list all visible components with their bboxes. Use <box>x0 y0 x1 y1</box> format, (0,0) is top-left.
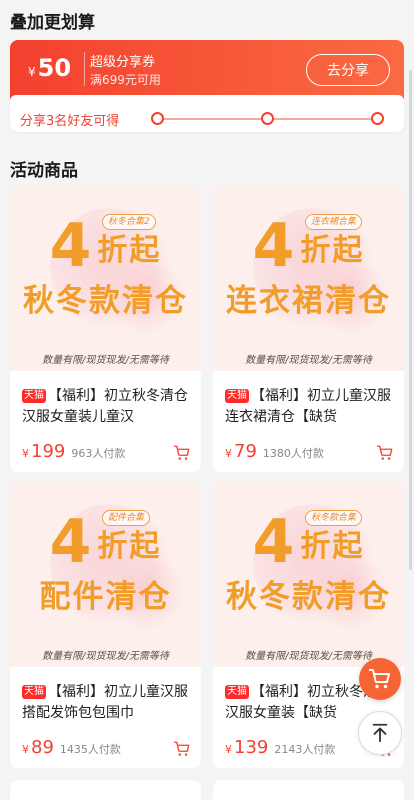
product-price: ¥199 963人付款 <box>22 441 126 462</box>
invite-progress-dot-1 <box>151 112 164 125</box>
share-button[interactable]: 去分享 <box>306 54 390 86</box>
product-card-peek[interactable] <box>213 780 404 800</box>
cart-icon[interactable] <box>376 444 394 462</box>
product-card[interactable]: 秋冬合集2 4 折起 秋冬款清仓 数量有限/现货现发/无需等待 天猫 【福利】初立秋… <box>10 186 201 472</box>
product-title[interactable]: 天猫 【福利】初立儿童汉服搭配发饰包包围巾 <box>22 682 192 724</box>
activity-title: 活动商品 <box>10 161 78 181</box>
clearance-subtitle: 秋冬款清仓 <box>23 283 188 319</box>
product-price: ¥79 1380人付款 <box>225 441 324 462</box>
coupon-header: ¥ 50 超级分享券 满699元可用 去分享 <box>10 40 404 101</box>
coupon-currency: ¥ <box>28 65 36 79</box>
product-banner[interactable]: 配件合集 4 折起 配件清仓 数量有限/现货现发/无需等待 <box>10 482 201 667</box>
invite-text: 分享3名好友可得 <box>20 114 120 129</box>
clearance-subtitle: 连衣裙清仓 <box>226 283 391 319</box>
tmall-badge: 天猫 <box>22 389 46 403</box>
back-to-top-button[interactable] <box>358 711 402 755</box>
discount-headline: 4 折起 <box>49 507 162 577</box>
product-price: ¥139 2143人付款 <box>225 737 336 758</box>
tmall-badge: 天猫 <box>225 389 249 403</box>
clearance-subtitle: 配件清仓 <box>39 579 172 615</box>
clearance-subtitle: 秋冬款清仓 <box>226 579 391 615</box>
product-card[interactable]: 连衣裙合集 4 折起 连衣裙清仓 数量有限/现货现发/无需等待 天猫 【福利】初立儿… <box>213 186 404 472</box>
discount-headline: 4 折起 <box>252 507 365 577</box>
product-banner[interactable]: 秋冬款合集 4 折起 秋冬款清仓 数量有限/现货现发/无需等待 <box>213 482 404 667</box>
banner-note: 数量有限/现货现发/无需等待 <box>42 651 169 662</box>
banner-note: 数量有限/现货现发/无需等待 <box>245 355 372 366</box>
product-title[interactable]: 天猫 【福利】初立秋冬清仓汉服女童装儿童汉 <box>22 386 192 428</box>
coupon-divider <box>84 52 85 86</box>
product-banner[interactable]: 秋冬合集2 4 折起 秋冬款清仓 数量有限/现货现发/无需等待 <box>10 186 201 371</box>
product-banner[interactable]: 连衣裙合集 4 折起 连衣裙清仓 数量有限/现货现发/无需等待 <box>213 186 404 371</box>
product-card-peek[interactable] <box>10 780 201 800</box>
sold-count: 2143人付款 <box>274 743 336 756</box>
stack-plan-title: 叠加更划算 <box>10 13 95 33</box>
product-price: ¥89 1435人付款 <box>22 737 121 758</box>
product-title[interactable]: 天猫 【福利】初立儿童汉服连衣裙清仓【缺货 <box>225 386 395 428</box>
floating-cart-button[interactable] <box>359 658 401 700</box>
discount-headline: 4 折起 <box>49 211 162 281</box>
coupon-value: 50 <box>37 54 72 82</box>
coupon-name: 超级分享券 <box>90 55 156 70</box>
arrow-up-to-top-icon <box>372 723 388 743</box>
scrollbar[interactable] <box>409 70 412 570</box>
coupon-card: ¥ 50 超级分享券 满699元可用 去分享 分享3名好友可得 <box>10 40 404 132</box>
coupon-condition: 满699元可用 <box>90 73 161 87</box>
cart-icon[interactable] <box>173 444 191 462</box>
discount-headline: 4 折起 <box>252 211 365 281</box>
sold-count: 1435人付款 <box>59 743 121 756</box>
tmall-badge: 天猫 <box>225 685 249 699</box>
cart-icon <box>369 669 390 689</box>
sold-count: 963人付款 <box>71 447 126 460</box>
tmall-badge: 天猫 <box>22 685 46 699</box>
sold-count: 1380人付款 <box>262 447 324 460</box>
cart-icon[interactable] <box>173 740 191 758</box>
product-card[interactable]: 配件合集 4 折起 配件清仓 数量有限/现货现发/无需等待 天猫 【福利】初立儿童汉… <box>10 482 201 768</box>
banner-note: 数量有限/现货现发/无需等待 <box>42 355 169 366</box>
invite-progress-dot-3 <box>371 112 384 125</box>
coupon-amount: ¥ 50 <box>28 54 71 82</box>
invite-progress-dot-2 <box>261 112 274 125</box>
